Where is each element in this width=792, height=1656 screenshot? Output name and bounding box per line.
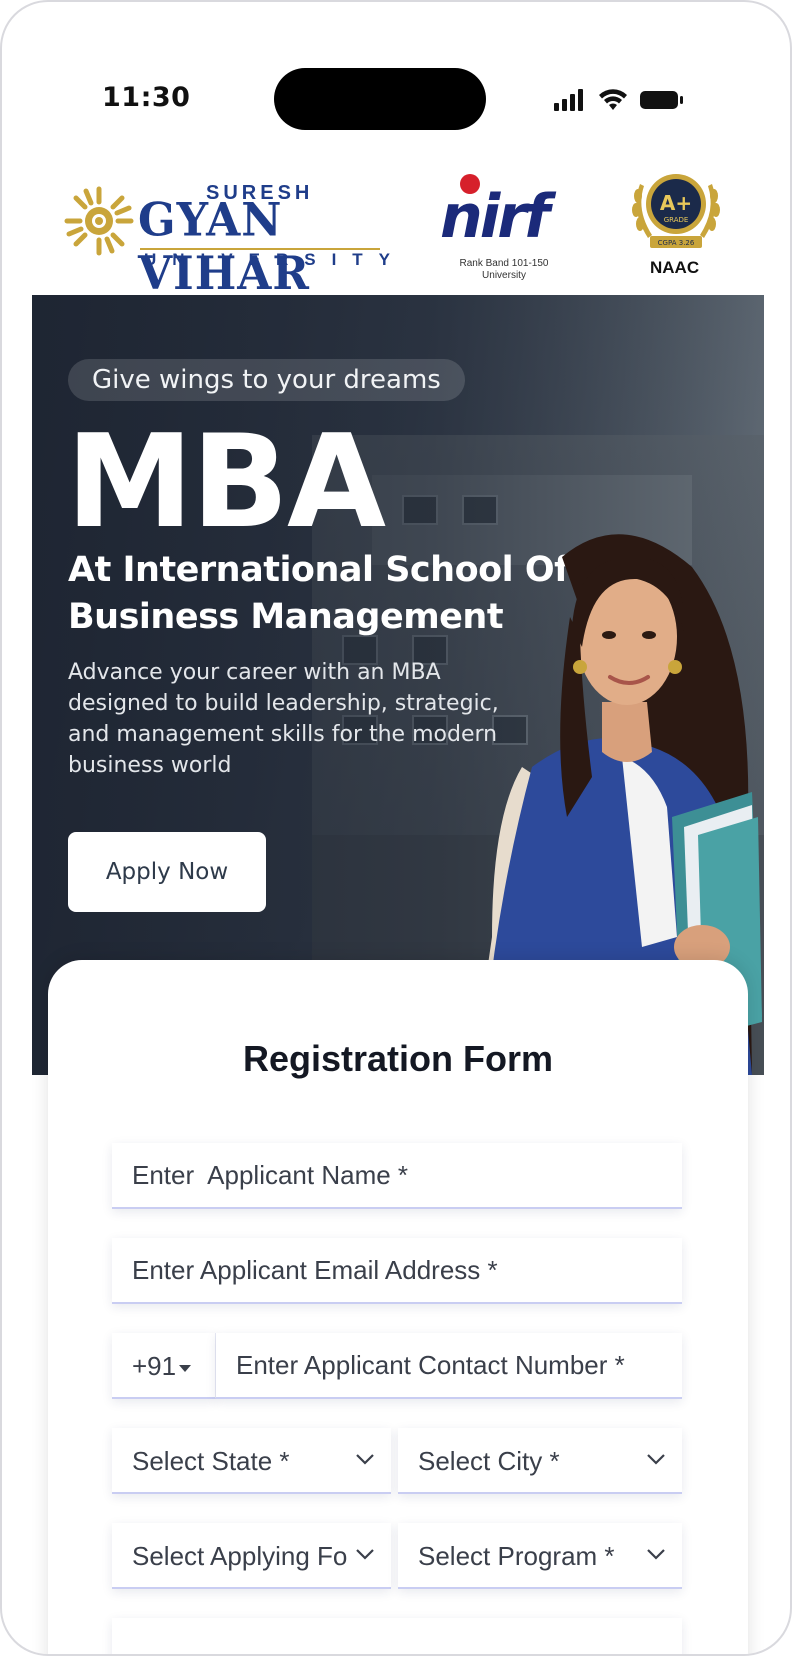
chevron-down-icon (647, 1454, 665, 1465)
phone-frame: 11:30 SURESH GYAN VIHAR UNIVERSITY nirf … (0, 0, 792, 1656)
sgvu-emblem-icon (64, 186, 134, 256)
naac-badge-icon: A+ GRADE CGPA 3.26 (632, 174, 720, 248)
hero-title: MBA (66, 408, 386, 557)
registration-form-card: Registration Form +91 Select State * Sel… (48, 960, 748, 1654)
country-code-select[interactable]: +91 (112, 1333, 216, 1399)
dynamic-island (274, 68, 486, 130)
naac-logo: A+ GRADE CGPA 3.26 NAAC (622, 164, 732, 277)
country-code-value: +91 (132, 1351, 177, 1381)
naac-cgpa: CGPA 3.26 (658, 239, 695, 247)
nirf-wordmark: nirf (440, 182, 550, 252)
form-title: Registration Form (242, 1038, 554, 1079)
nirf-logo: nirf Rank Band 101-150 University (440, 172, 570, 281)
applicant-email-input[interactable] (112, 1238, 682, 1304)
applying-for-select[interactable]: Select Applying For * (112, 1523, 391, 1589)
program-select[interactable]: Select Program * (398, 1523, 682, 1589)
sgvu-logo: SURESH GYAN VIHAR UNIVERSITY (64, 170, 394, 301)
state-select-label: Select State * (132, 1446, 290, 1476)
status-icons (554, 86, 684, 114)
applicant-name-input[interactable] (112, 1143, 682, 1209)
wifi-icon (599, 89, 627, 110)
city-select-label: Select City * (418, 1446, 560, 1476)
city-select[interactable]: Select City * (398, 1428, 682, 1494)
sgvu-text-main: GYAN VIHAR (138, 193, 310, 301)
naac-label: NAAC (650, 258, 700, 277)
next-form-field[interactable] (112, 1618, 682, 1654)
naac-badge-text: A+ (660, 191, 692, 215)
applying-for-select-label: Select Applying For * (132, 1541, 347, 1571)
nirf-subtitle: Rank Band 101-150 University (459, 258, 549, 281)
sgvu-text-bottom: UNIVERSITY (144, 250, 407, 269)
status-time: 11:30 (102, 82, 191, 113)
apply-now-button[interactable]: Apply Now (68, 832, 266, 912)
caret-down-icon (179, 1364, 192, 1372)
applicant-phone-input[interactable] (216, 1333, 682, 1399)
logo-row: SURESH GYAN VIHAR UNIVERSITY nirf Rank B… (2, 162, 790, 301)
chevron-down-icon (356, 1454, 374, 1465)
chevron-down-icon (647, 1549, 665, 1560)
hero-banner: Give wings to your dreams MBA At Interna… (32, 295, 764, 1075)
battery-icon (640, 91, 683, 109)
cellular-signal-icon (554, 89, 583, 111)
program-select-label: Select Program * (418, 1541, 615, 1571)
tagline-pill: Give wings to your dreams (68, 359, 465, 401)
state-select[interactable]: Select State * (112, 1428, 391, 1494)
chevron-down-icon (356, 1549, 374, 1560)
naac-badge-sub: GRADE (664, 216, 689, 224)
phone-field-group: +91 (112, 1333, 682, 1399)
